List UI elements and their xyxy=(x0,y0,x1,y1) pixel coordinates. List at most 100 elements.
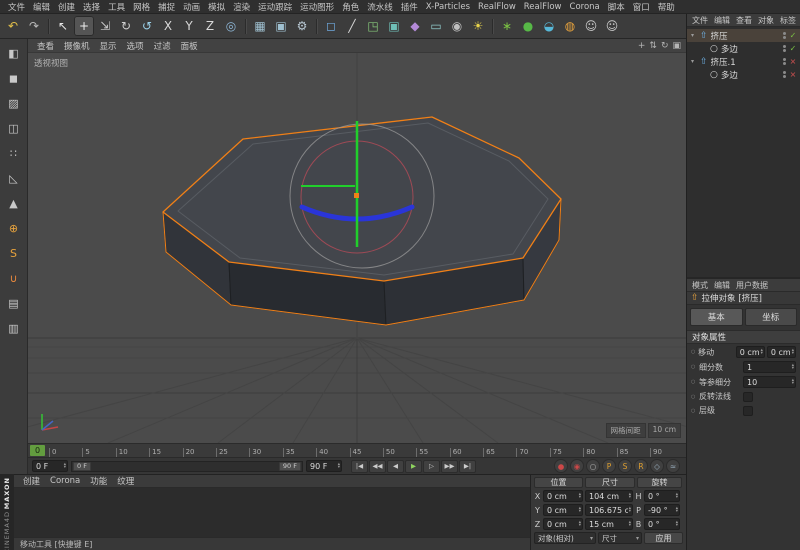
menu-item[interactable]: 模拟 xyxy=(204,1,229,13)
menu-item[interactable]: X-Particles xyxy=(422,2,474,12)
timeline-tick[interactable]: 60 xyxy=(450,448,483,457)
menu-item[interactable]: RealFlow xyxy=(520,2,566,12)
next-frame-button[interactable]: ▷ xyxy=(423,460,440,473)
timeline-tick[interactable]: 45 xyxy=(350,448,383,457)
object-name[interactable]: 挤压 xyxy=(711,30,728,42)
edges-mode-icon[interactable]: ◺ xyxy=(4,169,24,188)
iso-subdivision-field[interactable]: 10▴▾ xyxy=(743,376,796,388)
attribute-menu-item[interactable]: 用户数据 xyxy=(733,280,771,291)
timeline-tick[interactable]: 15 xyxy=(149,448,182,457)
menu-item[interactable]: 工具 xyxy=(104,1,129,13)
object-properties-header[interactable]: 对象属性 xyxy=(687,330,800,344)
coordinate-system-dropdown[interactable]: 对象(相对)▾ xyxy=(534,532,596,544)
size-x-field[interactable]: 104 cm▴▾ xyxy=(585,490,633,502)
current-frame-marker[interactable]: 0 xyxy=(30,445,45,456)
enable-axis-icon[interactable]: ⊕ xyxy=(4,219,24,238)
record-position-toggle[interactable]: P xyxy=(602,459,616,473)
attribute-menu-item[interactable]: 编辑 xyxy=(711,280,733,291)
viewport-filter-icon[interactable]: ▥ xyxy=(4,319,24,338)
object-name[interactable]: 挤压.1 xyxy=(711,56,736,68)
viewport-menu-item[interactable]: 显示 xyxy=(95,40,122,52)
anim-dot-icon[interactable]: ○ xyxy=(691,364,697,370)
spinner[interactable]: ▴▾ xyxy=(676,507,678,514)
material-menu-item[interactable]: 创建 xyxy=(18,475,45,487)
anim-dot-icon[interactable]: ○ xyxy=(691,408,697,414)
toggle-view-icon[interactable]: ▣ xyxy=(672,41,681,51)
timeline-tick[interactable]: 85 xyxy=(617,448,650,457)
timeline-tick[interactable]: 5 xyxy=(82,448,115,457)
object-manager-menu-item[interactable]: 文件 xyxy=(689,15,711,26)
menu-item[interactable]: RealFlow xyxy=(474,2,520,12)
object-row[interactable]: ▾ ⇧ 挤压 ✓ xyxy=(687,29,800,42)
viewport-menu-item[interactable]: 过滤 xyxy=(149,40,176,52)
prev-frame-button[interactable]: ◀ xyxy=(387,460,404,473)
points-mode-icon[interactable]: ∷ xyxy=(4,144,24,163)
end-frame-field[interactable]: 90 F ▴▾ xyxy=(306,460,342,472)
material-menu-item[interactable]: 纹理 xyxy=(112,475,139,487)
scene-3d[interactable] xyxy=(28,53,686,443)
timeline-tick[interactable]: 65 xyxy=(483,448,516,457)
corona-render-icon[interactable]: ◍ xyxy=(560,16,580,36)
last-tool-icon[interactable]: ↺ xyxy=(137,16,157,36)
add-camera-icon[interactable]: ◉ xyxy=(447,16,467,36)
timeline-tick[interactable]: 80 xyxy=(583,448,616,457)
texture-mode-icon[interactable]: ▨ xyxy=(4,94,24,113)
timeline-tick[interactable]: 70 xyxy=(516,448,549,457)
rotate-tool-icon[interactable]: ↻ xyxy=(116,16,136,36)
menu-item[interactable]: 捕捉 xyxy=(154,1,179,13)
menu-item[interactable]: 文件 xyxy=(4,1,29,13)
spinner[interactable]: ▴▾ xyxy=(64,463,66,470)
enable-state-icon[interactable]: × xyxy=(789,57,797,66)
menu-item[interactable]: 编辑 xyxy=(29,1,54,13)
rotation-b-field[interactable]: 0 °▴▾ xyxy=(644,518,680,530)
menu-item[interactable]: 创建 xyxy=(54,1,79,13)
team-render-machines-icon[interactable]: ☺ xyxy=(602,16,622,36)
timeline-tick[interactable]: 35 xyxy=(283,448,316,457)
position-x-field[interactable]: 0 cm▴▾ xyxy=(543,490,583,502)
redo-icon[interactable]: ↷ xyxy=(24,16,44,36)
frame-range-slider[interactable]: 0 F 90 F xyxy=(71,461,303,472)
menu-item[interactable]: 运动跟踪 xyxy=(254,1,296,13)
menu-item[interactable]: 运动图形 xyxy=(296,1,338,13)
make-editable-icon[interactable]: ◧ xyxy=(4,44,24,63)
record-rotation-toggle[interactable]: R xyxy=(634,459,648,473)
subdivision-field[interactable]: 1▴▾ xyxy=(743,361,796,373)
y-axis-lock-icon[interactable]: Y xyxy=(179,16,199,36)
menu-item[interactable]: 流水线 xyxy=(363,1,397,13)
spinner[interactable]: ▴▾ xyxy=(579,493,581,500)
spinner[interactable]: ▴▾ xyxy=(629,507,631,514)
tab-basic[interactable]: 基本 xyxy=(690,308,743,326)
snap-icon[interactable]: ∪ xyxy=(4,269,24,288)
object-row[interactable]: ○ 多边 ✓ xyxy=(687,42,800,55)
flip-normals-checkbox[interactable] xyxy=(743,392,753,402)
autokey-button[interactable]: ◉ xyxy=(570,459,584,473)
move-tool-icon[interactable]: + xyxy=(74,16,94,36)
scale-tool-icon[interactable]: ⇲ xyxy=(95,16,115,36)
render-settings-icon[interactable]: ⚙ xyxy=(292,16,312,36)
visibility-dots[interactable] xyxy=(783,58,786,65)
goto-start-button[interactable]: |◀ xyxy=(351,460,368,473)
record-pla-toggle[interactable]: ≈ xyxy=(666,459,680,473)
spinner[interactable]: ▴▾ xyxy=(629,521,631,528)
movement-y-field[interactable]: 0 cm▴▾ xyxy=(767,346,796,358)
live-selection-tool-icon[interactable]: ↖ xyxy=(53,16,73,36)
spinner[interactable]: ▴▾ xyxy=(579,507,581,514)
timeline-tick[interactable]: 40 xyxy=(316,448,349,457)
add-spline-icon[interactable]: ╱ xyxy=(342,16,362,36)
timeline-tick[interactable]: 30 xyxy=(249,448,282,457)
add-deformer-icon[interactable]: ◆ xyxy=(405,16,425,36)
attribute-menu-item[interactable]: 模式 xyxy=(689,280,711,291)
coordinate-system-icon[interactable]: ◎ xyxy=(221,16,241,36)
x-axis-lock-icon[interactable]: X xyxy=(158,16,178,36)
object-row[interactable]: ○ 多边 × xyxy=(687,68,800,81)
rotate-view-icon[interactable]: ↻ xyxy=(661,41,669,51)
prev-key-button[interactable]: ◀◀ xyxy=(369,460,386,473)
spinner[interactable]: ▴▾ xyxy=(338,463,340,470)
rotation-h-field[interactable]: 0 °▴▾ xyxy=(644,490,680,502)
timeline-tick[interactable]: 50 xyxy=(383,448,416,457)
object-name[interactable]: 多边 xyxy=(721,43,738,55)
timeline-ruler[interactable]: 0 051015202530354045505560657075808590 xyxy=(28,443,686,457)
enable-state-icon[interactable]: × xyxy=(789,70,797,79)
team-render-icon[interactable]: ☺ xyxy=(581,16,601,36)
apply-button[interactable]: 应用 xyxy=(644,532,683,544)
